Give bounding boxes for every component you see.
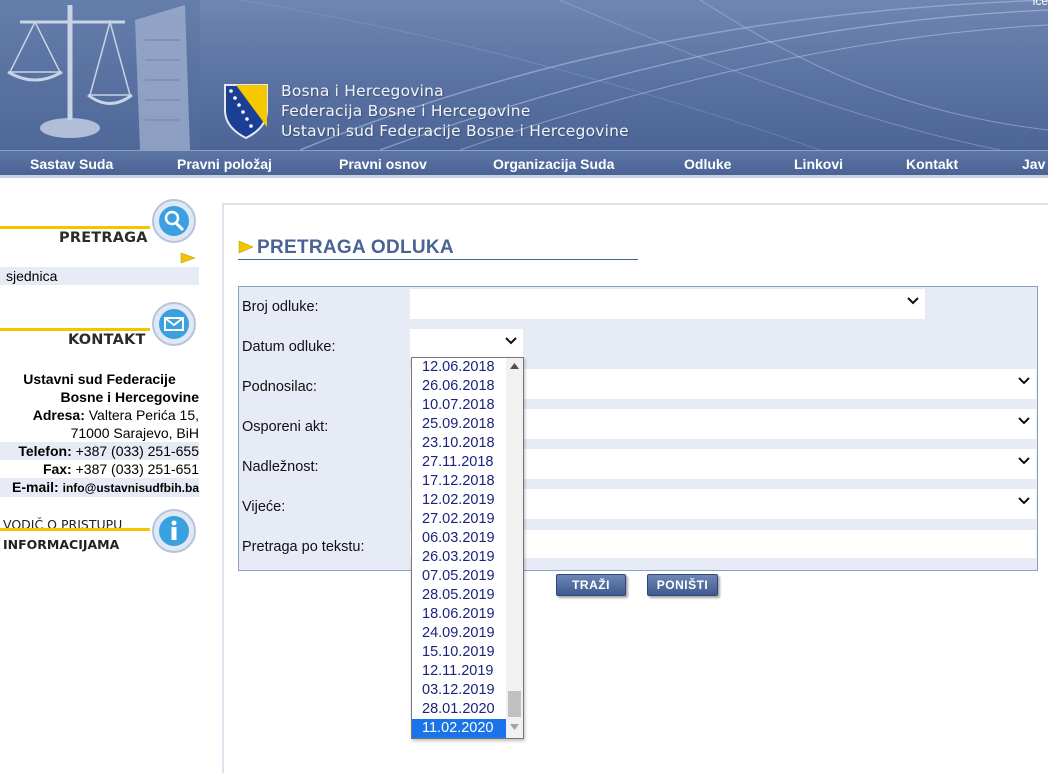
court-line-federation: Federacija Bosne i Hercegovine [281, 102, 531, 120]
nav-odluke[interactable]: Odluke [684, 156, 731, 172]
sidebar: PRETRAGA sjednica KONTAKT Ustavni sud Fe… [0, 190, 210, 762]
title-arrow-icon [238, 240, 254, 254]
select-datum-odluke[interactable] [410, 329, 523, 359]
dropdown-option[interactable]: 27.02.2019 [412, 510, 506, 529]
court-line-country: Bosna i Hercegovina [281, 82, 444, 100]
main-nav: Sastav Suda Pravni položaj Pravni osnov … [0, 150, 1048, 178]
chevron-down-icon [505, 337, 517, 345]
dropdown-option[interactable]: 15.10.2019 [412, 643, 506, 662]
contact-fax-row: Fax: +387 (033) 251-651 [0, 460, 199, 478]
dropdown-option[interactable]: 28.01.2020 [412, 700, 506, 719]
dropdown-option[interactable]: 26.03.2019 [412, 548, 506, 567]
sidebar-link-sjednica[interactable]: sjednica [0, 267, 199, 285]
sidebar-contact-label: KONTAKT [68, 332, 146, 348]
contact-info: Ustavni sud Federacije Bosne i Hercegovi… [0, 370, 199, 497]
dropdown-option[interactable]: 28.05.2019 [412, 586, 506, 605]
justice-scales-emblem-icon [0, 0, 200, 150]
dropdown-option[interactable]: 23.10.2018 [412, 434, 506, 453]
dropdown-scrollbar[interactable] [506, 358, 523, 738]
dropdown-option[interactable]: 27.11.2018 [412, 453, 506, 472]
page-title: PRETRAGA ODLUKA [238, 236, 638, 260]
search-icon[interactable] [151, 198, 197, 244]
reset-button[interactable]: PONIŠTI [647, 574, 718, 596]
select-broj-odluke[interactable] [410, 289, 925, 319]
sidebar-guide-link[interactable]: VODIČ O PRISTUPU INFORMACIJAMA [3, 515, 122, 555]
chevron-down-icon [1018, 417, 1030, 425]
nav-linkovi[interactable]: Linkovi [794, 156, 843, 172]
guide-line1: VODIČ O PRISTUPU [3, 517, 123, 532]
label-podnosilac: Podnosilac: [242, 379, 317, 395]
contact-email-label: E-mail: [12, 479, 59, 495]
dropdown-option-selected[interactable]: 11.02.2020 [412, 719, 506, 738]
dropdown-option[interactable]: 12.11.2019 [412, 662, 506, 681]
arrow-right-icon [180, 252, 196, 264]
court-line-court: Ustavni sud Federacije Bosne i Hercegovi… [281, 122, 629, 140]
page-title-text: PRETRAGA ODLUKA [257, 237, 454, 258]
dropdown-option[interactable]: 24.09.2019 [412, 624, 506, 643]
dropdown-option[interactable]: 12.06.2018 [412, 358, 506, 377]
nav-sastav-suda[interactable]: Sastav Suda [30, 156, 113, 172]
label-broj-odluke: Broj odluke: [242, 299, 319, 315]
scroll-up-arrow-icon[interactable] [510, 363, 519, 369]
contact-email-row: E-mail: info@ustavnisudfbih.ba [0, 478, 199, 497]
dropdown-option[interactable]: 10.07.2018 [412, 396, 506, 415]
dropdown-option[interactable]: 25.09.2018 [412, 415, 506, 434]
sidebar-search-label: PRETRAGA [59, 230, 148, 246]
chevron-down-icon [907, 297, 919, 305]
contact-email-link[interactable]: info@ustavnisudfbih.ba [63, 481, 199, 495]
contact-address-row: Adresa: Valtera Perića 15, [0, 406, 199, 424]
sidebar-search-heading: PRETRAGA [0, 198, 200, 248]
contact-phone: +387 (033) 251-655 [75, 443, 199, 459]
contact-phone-row: Telefon: +387 (033) 251-655 [0, 442, 199, 460]
mail-icon[interactable] [151, 301, 197, 347]
contact-address-label: Adresa: [32, 407, 85, 423]
header-corner-text: ice [1032, 0, 1048, 8]
search-button[interactable]: TRAŽI [556, 574, 626, 596]
nav-organizacija-suda[interactable]: Organizacija Suda [493, 156, 614, 172]
guide-line2: INFORMACIJAMA [3, 537, 120, 552]
sidebar-contact-bar [0, 328, 150, 331]
dropdown-option[interactable]: 26.06.2018 [412, 377, 506, 396]
dropdown-option[interactable]: 12.02.2019 [412, 491, 506, 510]
scroll-down-arrow-icon[interactable] [510, 724, 519, 730]
label-nadleznost: Nadležnost: [242, 459, 319, 475]
label-osporeni-akt: Osporeni akt: [242, 419, 329, 435]
scrollbar-thumb[interactable] [508, 691, 521, 717]
label-vijece: Vijeće: [242, 499, 286, 515]
nav-pravni-osnov[interactable]: Pravni osnov [339, 156, 427, 172]
court-name-block: Bosna i Hercegovina Federacija Bosne i H… [281, 81, 629, 141]
chevron-down-icon [1018, 377, 1030, 385]
dropdown-option[interactable]: 18.06.2019 [412, 605, 506, 624]
sidebar-guide-bar [0, 528, 150, 531]
contact-phone-label: Telefon: [18, 443, 72, 459]
nav-pravni-polozaj[interactable]: Pravni položaj [177, 156, 272, 172]
datum-odluke-dropdown-list[interactable]: 12.06.2018 26.06.2018 10.07.2018 25.09.2… [411, 357, 524, 739]
site-header: ice Bosna i Hercegovina Federacija Bosne… [0, 0, 1048, 150]
label-pretraga-po-tekstu: Pretraga po tekstu: [242, 539, 365, 555]
chevron-down-icon [1018, 457, 1030, 465]
nav-kontakt[interactable]: Kontakt [906, 156, 958, 172]
contact-fax-label: Fax: [42, 461, 72, 477]
contact-org-line1: Ustavni sud Federacije [23, 371, 176, 387]
dropdown-option[interactable]: 03.12.2019 [412, 681, 506, 700]
dropdown-option[interactable]: 17.12.2018 [412, 472, 506, 491]
info-icon[interactable] [151, 508, 197, 554]
dropdown-option[interactable]: 07.05.2019 [412, 567, 506, 586]
chevron-down-icon [1018, 497, 1030, 505]
sidebar-contact-heading: KONTAKT [0, 301, 200, 351]
sidebar-search-bar [0, 226, 150, 229]
contact-address-line2: 71000 Sarajevo, BiH [70, 425, 199, 441]
dropdown-option[interactable]: 06.03.2019 [412, 529, 506, 548]
contact-address-line1: Valtera Perića 15, [88, 407, 199, 423]
nav-javno[interactable]: Jav [1022, 156, 1045, 172]
bih-coat-of-arms-icon [224, 84, 268, 140]
contact-fax: +387 (033) 251-651 [75, 461, 199, 477]
contact-org-line2: Bosne i Hercegovine [60, 389, 200, 405]
label-datum-odluke: Datum odluke: [242, 339, 336, 355]
